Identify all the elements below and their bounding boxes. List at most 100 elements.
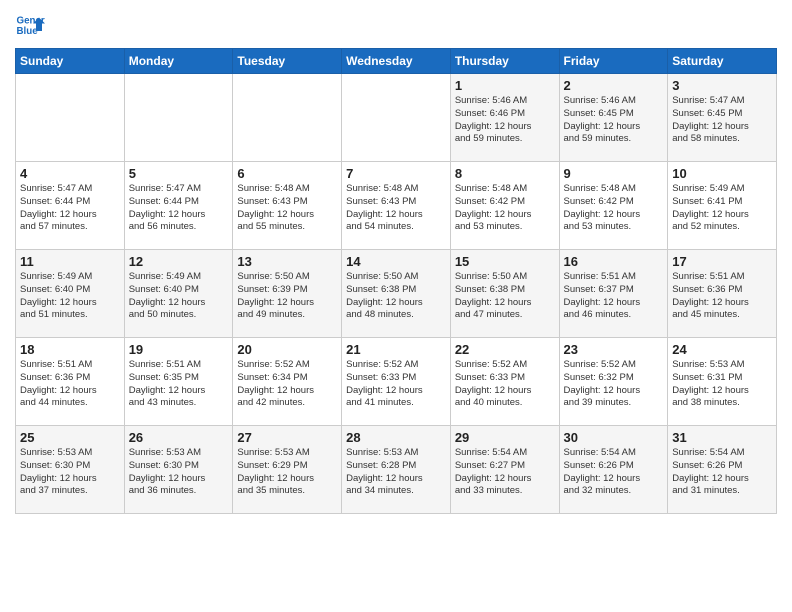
day-number: 24 <box>672 342 772 357</box>
day-info: Sunrise: 5:48 AM Sunset: 6:43 PM Dayligh… <box>346 183 446 234</box>
day-header-thursday: Thursday <box>450 49 559 74</box>
day-cell <box>342 74 451 162</box>
day-number: 26 <box>129 430 229 445</box>
day-header-sunday: Sunday <box>16 49 125 74</box>
day-info: Sunrise: 5:49 AM Sunset: 6:40 PM Dayligh… <box>20 271 120 322</box>
day-number: 10 <box>672 166 772 181</box>
day-cell: 10 Sunrise: 5:49 AM Sunset: 6:41 PM Dayli… <box>668 162 777 250</box>
day-cell: 30 Sunrise: 5:54 AM Sunset: 6:26 PM Dayli… <box>559 426 668 514</box>
day-cell: 29Sunrise: 5:54 AM Sunset: 6:27 PM Dayli… <box>450 426 559 514</box>
day-info: Sunrise: 5:47 AM Sunset: 6:44 PM Dayligh… <box>20 183 120 234</box>
day-number: 8 <box>455 166 555 181</box>
week-row-5: 25 Sunrise: 5:53 AM Sunset: 6:30 PM Dayli… <box>16 426 777 514</box>
day-header-tuesday: Tuesday <box>233 49 342 74</box>
day-cell: 24 Sunrise: 5:53 AM Sunset: 6:31 PM Dayli… <box>668 338 777 426</box>
day-number: 30 <box>564 430 664 445</box>
day-info: Sunrise: 5:53 AM Sunset: 6:31 PM Dayligh… <box>672 359 772 410</box>
day-cell: 5Sunrise: 5:47 AM Sunset: 6:44 PM Daylig… <box>124 162 233 250</box>
day-info: Sunrise: 5:54 AM Sunset: 6:26 PM Dayligh… <box>564 447 664 498</box>
day-cell: 6 Sunrise: 5:48 AM Sunset: 6:43 PM Daylig… <box>233 162 342 250</box>
day-info: Sunrise: 5:53 AM Sunset: 6:30 PM Dayligh… <box>129 447 229 498</box>
day-cell: 12 Sunrise: 5:49 AM Sunset: 6:40 PM Dayli… <box>124 250 233 338</box>
day-cell: 21 Sunrise: 5:52 AM Sunset: 6:33 PM Dayli… <box>342 338 451 426</box>
week-row-2: 4 Sunrise: 5:47 AM Sunset: 6:44 PM Daylig… <box>16 162 777 250</box>
day-info: Sunrise: 5:52 AM Sunset: 6:32 PM Dayligh… <box>564 359 664 410</box>
day-number: 12 <box>129 254 229 269</box>
day-number: 29 <box>455 430 555 445</box>
day-number: 28 <box>346 430 446 445</box>
day-info: Sunrise: 5:49 AM Sunset: 6:40 PM Dayligh… <box>129 271 229 322</box>
day-cell: 27Sunrise: 5:53 AM Sunset: 6:29 PM Dayli… <box>233 426 342 514</box>
day-info: Sunrise: 5:46 AM Sunset: 6:46 PM Dayligh… <box>455 95 555 146</box>
day-info: Sunrise: 5:53 AM Sunset: 6:29 PM Dayligh… <box>237 447 337 498</box>
day-number: 23 <box>564 342 664 357</box>
day-cell: 1 Sunrise: 5:46 AM Sunset: 6:46 PM Daylig… <box>450 74 559 162</box>
day-cell: 23 Sunrise: 5:52 AM Sunset: 6:32 PM Dayli… <box>559 338 668 426</box>
day-cell: 25 Sunrise: 5:53 AM Sunset: 6:30 PM Dayli… <box>16 426 125 514</box>
day-number: 4 <box>20 166 120 181</box>
day-number: 2 <box>564 78 664 93</box>
day-info: Sunrise: 5:51 AM Sunset: 6:36 PM Dayligh… <box>672 271 772 322</box>
day-cell: 28 Sunrise: 5:53 AM Sunset: 6:28 PM Dayli… <box>342 426 451 514</box>
day-number: 15 <box>455 254 555 269</box>
day-number: 19 <box>129 342 229 357</box>
day-cell <box>16 74 125 162</box>
day-cell: 31 Sunrise: 5:54 AM Sunset: 6:26 PM Dayli… <box>668 426 777 514</box>
day-info: Sunrise: 5:54 AM Sunset: 6:26 PM Dayligh… <box>672 447 772 498</box>
day-cell: 16 Sunrise: 5:51 AM Sunset: 6:37 PM Dayli… <box>559 250 668 338</box>
week-row-4: 18 Sunrise: 5:51 AM Sunset: 6:36 PM Dayli… <box>16 338 777 426</box>
day-cell: 2 Sunrise: 5:46 AM Sunset: 6:45 PM Daylig… <box>559 74 668 162</box>
day-number: 3 <box>672 78 772 93</box>
day-number: 25 <box>20 430 120 445</box>
week-row-3: 11 Sunrise: 5:49 AM Sunset: 6:40 PM Dayli… <box>16 250 777 338</box>
day-number: 18 <box>20 342 120 357</box>
day-cell: 18 Sunrise: 5:51 AM Sunset: 6:36 PM Dayli… <box>16 338 125 426</box>
day-number: 7 <box>346 166 446 181</box>
day-cell: 3Sunrise: 5:47 AM Sunset: 6:45 PM Daylig… <box>668 74 777 162</box>
day-cell: 22 Sunrise: 5:52 AM Sunset: 6:33 PM Dayli… <box>450 338 559 426</box>
day-number: 22 <box>455 342 555 357</box>
header-row: SundayMondayTuesdayWednesdayThursdayFrid… <box>16 49 777 74</box>
day-info: Sunrise: 5:53 AM Sunset: 6:30 PM Dayligh… <box>20 447 120 498</box>
day-cell <box>233 74 342 162</box>
day-info: Sunrise: 5:51 AM Sunset: 6:36 PM Dayligh… <box>20 359 120 410</box>
day-number: 21 <box>346 342 446 357</box>
day-info: Sunrise: 5:50 AM Sunset: 6:38 PM Dayligh… <box>346 271 446 322</box>
day-cell: 15 Sunrise: 5:50 AM Sunset: 6:38 PM Dayli… <box>450 250 559 338</box>
day-cell: 9Sunrise: 5:48 AM Sunset: 6:42 PM Daylig… <box>559 162 668 250</box>
day-info: Sunrise: 5:48 AM Sunset: 6:43 PM Dayligh… <box>237 183 337 234</box>
header: General Blue <box>15 10 777 40</box>
day-info: Sunrise: 5:52 AM Sunset: 6:33 PM Dayligh… <box>455 359 555 410</box>
calendar-table: SundayMondayTuesdayWednesdayThursdayFrid… <box>15 48 777 514</box>
day-number: 16 <box>564 254 664 269</box>
day-info: Sunrise: 5:51 AM Sunset: 6:37 PM Dayligh… <box>564 271 664 322</box>
day-cell: 7 Sunrise: 5:48 AM Sunset: 6:43 PM Daylig… <box>342 162 451 250</box>
day-info: Sunrise: 5:46 AM Sunset: 6:45 PM Dayligh… <box>564 95 664 146</box>
day-number: 17 <box>672 254 772 269</box>
day-info: Sunrise: 5:53 AM Sunset: 6:28 PM Dayligh… <box>346 447 446 498</box>
day-cell: 11 Sunrise: 5:49 AM Sunset: 6:40 PM Dayli… <box>16 250 125 338</box>
svg-text:Blue: Blue <box>17 26 39 37</box>
logo-icon: General Blue <box>15 10 45 40</box>
day-cell: 19 Sunrise: 5:51 AM Sunset: 6:35 PM Dayli… <box>124 338 233 426</box>
day-cell <box>124 74 233 162</box>
day-info: Sunrise: 5:52 AM Sunset: 6:34 PM Dayligh… <box>237 359 337 410</box>
day-cell: 8 Sunrise: 5:48 AM Sunset: 6:42 PM Daylig… <box>450 162 559 250</box>
day-number: 5 <box>129 166 229 181</box>
day-number: 20 <box>237 342 337 357</box>
day-info: Sunrise: 5:50 AM Sunset: 6:38 PM Dayligh… <box>455 271 555 322</box>
day-header-wednesday: Wednesday <box>342 49 451 74</box>
day-info: Sunrise: 5:49 AM Sunset: 6:41 PM Dayligh… <box>672 183 772 234</box>
day-header-saturday: Saturday <box>668 49 777 74</box>
day-info: Sunrise: 5:50 AM Sunset: 6:39 PM Dayligh… <box>237 271 337 322</box>
day-info: Sunrise: 5:51 AM Sunset: 6:35 PM Dayligh… <box>129 359 229 410</box>
page-container: General Blue SundayMondayTuesdayWednesda… <box>0 0 792 519</box>
day-cell: 13Sunrise: 5:50 AM Sunset: 6:39 PM Dayli… <box>233 250 342 338</box>
day-number: 11 <box>20 254 120 269</box>
day-number: 6 <box>237 166 337 181</box>
day-number: 31 <box>672 430 772 445</box>
day-cell: 14Sunrise: 5:50 AM Sunset: 6:38 PM Dayli… <box>342 250 451 338</box>
day-number: 1 <box>455 78 555 93</box>
day-info: Sunrise: 5:48 AM Sunset: 6:42 PM Dayligh… <box>455 183 555 234</box>
day-info: Sunrise: 5:52 AM Sunset: 6:33 PM Dayligh… <box>346 359 446 410</box>
